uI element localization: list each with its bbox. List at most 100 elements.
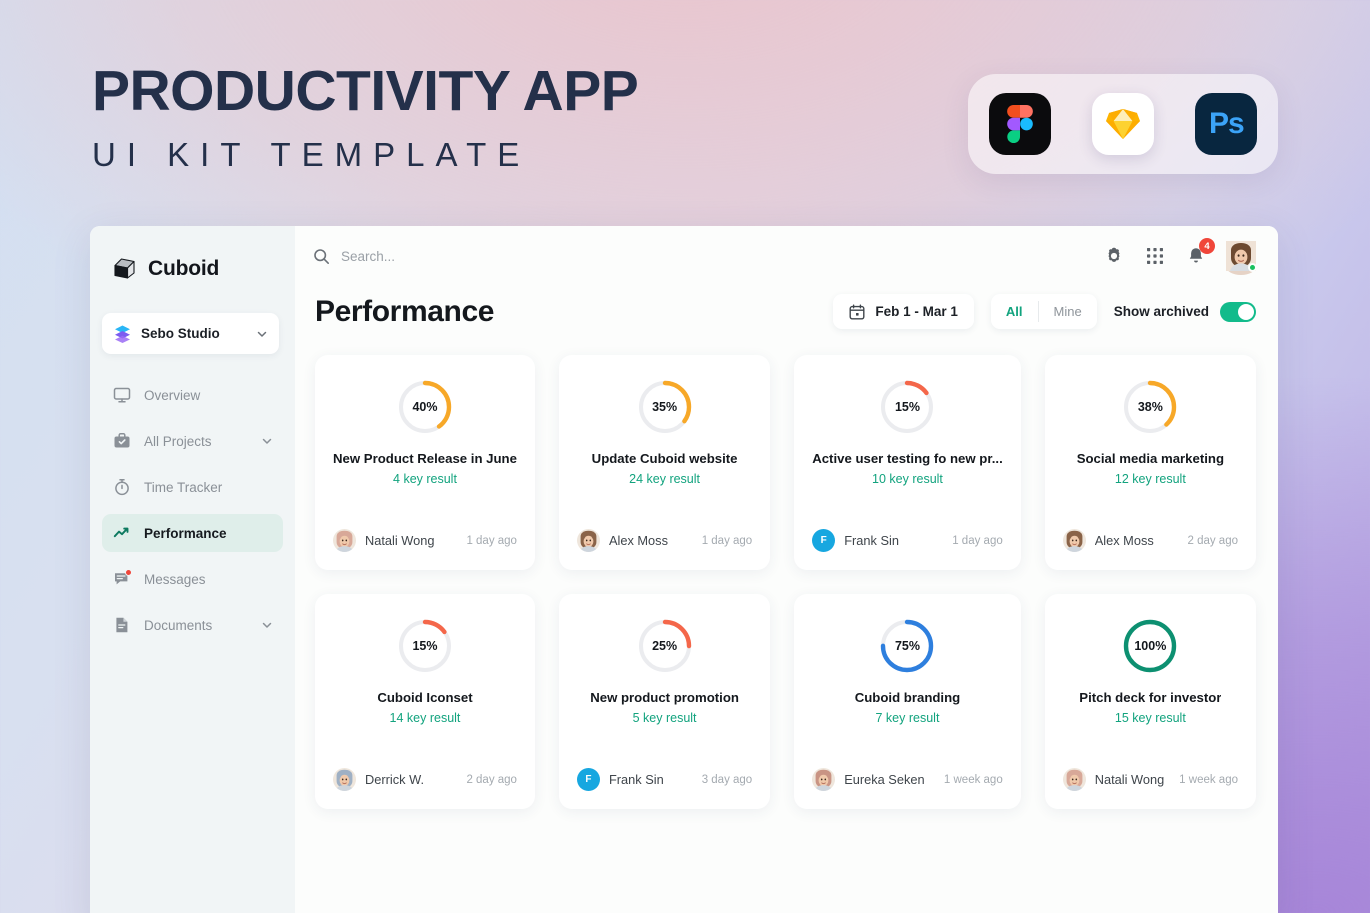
search-bar[interactable] [313,248,1103,265]
online-status-dot [1248,263,1257,272]
page-header: Performance Feb 1 - Mar 1 All Mine Show … [295,286,1278,329]
notifications-bell-icon[interactable]: 4 [1185,238,1215,267]
chevron-down-icon[interactable] [261,435,273,447]
author-avatar[interactable]: F [812,529,836,552]
card-footer: Eureka Seken 1 week ago [812,768,1003,791]
show-archived-toggle[interactable] [1220,301,1256,322]
search-input[interactable] [341,248,601,264]
performance-card[interactable]: 25% New product promotion 5 key result F Fra… [558,594,771,809]
performance-card[interactable]: 15% Cuboid Iconset 14 key result Derrick W.… [315,594,535,809]
performance-card[interactable]: 100% Pitch deck for investor 15 key result… [1044,594,1256,809]
author-name: Alex Moss [1094,533,1154,548]
sidebar-item-label: Performance [144,525,227,541]
gear-icon[interactable] [1103,245,1125,267]
card-title: New Product Release in June [333,451,517,466]
card-timestamp: 1 day ago [952,534,1003,547]
author-avatar[interactable]: F [576,768,600,791]
brand[interactable]: Cuboid [90,256,295,281]
sketch-app-badge[interactable] [1091,93,1154,155]
author-avatar[interactable] [576,529,600,552]
sketch-icon [1105,109,1140,139]
filter-mine-button[interactable]: Mine [1039,294,1097,329]
topbar-actions: 4 [1103,238,1257,275]
author-avatar[interactable] [812,768,836,791]
apps-grid-icon[interactable] [1144,245,1166,267]
author-avatar[interactable] [1062,768,1086,791]
sidebar-item-documents[interactable]: Documents [102,606,283,644]
card-footer: F Frank Sin 3 day ago [576,768,753,791]
page-header-controls: Feb 1 - Mar 1 All Mine Show archived [833,294,1256,329]
sidebar-item-time-tracker[interactable]: Time Tracker [102,468,283,506]
card-key-result[interactable]: 24 key result [629,472,700,486]
search-icon [314,248,329,264]
card-timestamp: 1 day ago [701,534,753,547]
message-icon [112,568,132,589]
performance-card[interactable]: 35% Update Cuboid website 24 key result Ale… [558,355,771,570]
main-content: 4 [295,226,1278,913]
author-avatar[interactable] [333,529,356,552]
card-title: Update Cuboid website [591,451,738,466]
date-range-picker[interactable]: Feb 1 - Mar 1 [833,294,974,329]
progress-percent-label: 35% [652,400,678,414]
card-key-result[interactable]: 4 key result [393,472,457,486]
toggle-knob [1238,303,1254,320]
sidebar-item-all-projects[interactable]: All Projects [102,422,283,460]
workspace-selector[interactable]: Sebo Studio [102,313,279,354]
sidebar-item-label: Messages [144,571,206,587]
workspace-logo-icon [115,325,130,343]
card-key-result[interactable]: 14 key result [390,711,461,725]
author-avatar[interactable] [1062,529,1086,552]
card-key-result[interactable]: 10 key result [872,472,943,486]
progress-percent-label: 100% [1134,639,1167,653]
monitor-icon [112,386,131,405]
topbar: 4 [295,226,1278,286]
sidebar-item-performance[interactable]: Performance [102,514,283,552]
progress-ring: 100% [1122,618,1178,674]
author-name: Natali Wong [1094,772,1165,787]
card-footer: Natali Wong 1 day ago [333,529,517,552]
user-avatar[interactable] [1226,241,1257,275]
card-footer: Alex Moss 1 day ago [576,529,753,552]
card-title: Social media marketing [1076,451,1225,466]
show-archived-control[interactable]: Show archived [1113,301,1256,322]
performance-card[interactable]: 75% Cuboid branding 7 key result Eureka Sek… [794,594,1021,809]
briefcase-icon [112,432,131,451]
card-timestamp: 3 day ago [701,773,753,786]
card-key-result[interactable]: 7 key result [876,711,940,725]
performance-card[interactable]: 38% Social media marketing 12 key result Al… [1044,355,1256,570]
card-timestamp: 2 day ago [1187,534,1238,547]
document-icon [112,616,131,635]
author-name: Natali Wong [365,533,435,548]
card-key-result[interactable]: 5 key result [633,711,697,725]
card-footer: Alex Moss 2 day ago [1062,529,1238,552]
show-archived-label: Show archived [1113,304,1209,319]
progress-percent-label: 38% [1137,400,1163,414]
figma-app-badge[interactable] [988,93,1051,155]
page-title: Performance [315,294,495,328]
card-title: Cuboid branding [854,690,961,705]
card-title: Cuboid Iconset [377,690,473,705]
photoshop-label: Ps [1208,107,1245,140]
performance-card[interactable]: 40% New Product Release in June 4 key resu… [315,355,535,570]
photoshop-app-badge[interactable]: Ps [1195,93,1258,155]
card-key-result[interactable]: 12 key result [1115,472,1186,486]
dashboard-window: Cuboid Sebo Studio Overview All Projects… [90,226,1278,913]
author-avatar[interactable] [333,768,356,791]
performance-card[interactable]: 15% Active user testing fo new pr... 10 ke… [794,355,1021,570]
sidebar: Cuboid Sebo Studio Overview All Projects… [90,226,295,913]
progress-ring: 40% [397,379,453,435]
filter-all-button[interactable]: All [991,294,1038,329]
sidebar-item-overview[interactable]: Overview [102,376,283,414]
card-footer: Derrick W. 2 day ago [333,768,517,791]
stopwatch-icon [112,478,131,497]
progress-percent-label: 15% [894,400,920,414]
chevron-down-icon[interactable] [261,619,273,631]
progress-percent-label: 15% [412,639,438,653]
sidebar-item-label: All Projects [144,433,212,449]
hero-subtitle: UI KIT TEMPLATE [92,135,531,173]
card-key-result[interactable]: 15 key result [1115,711,1186,725]
figma-icon [1006,105,1033,143]
chevron-down-icon [257,331,267,337]
sidebar-item-messages[interactable]: Messages [102,560,283,598]
notification-badge: 4 [1199,238,1215,254]
